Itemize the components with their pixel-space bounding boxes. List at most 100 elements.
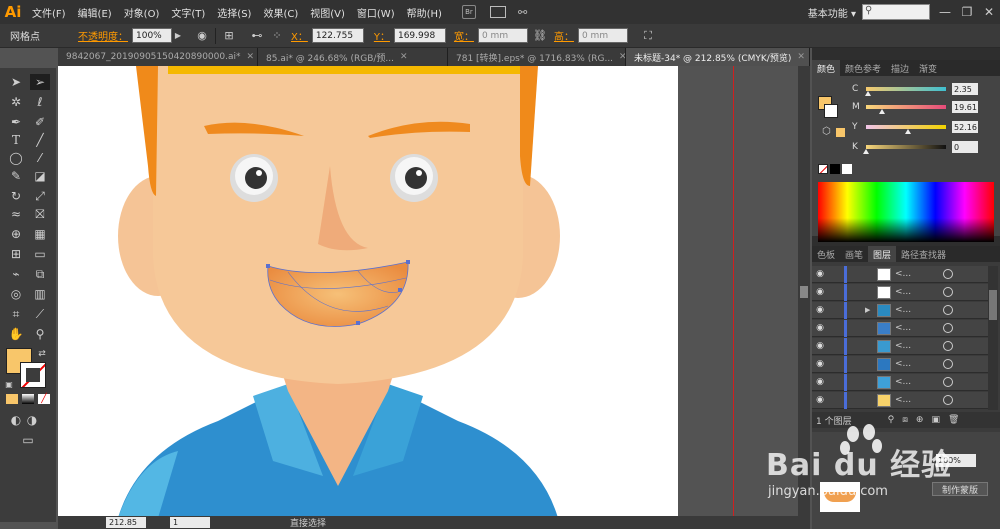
restore-button[interactable]: ❐ — [956, 0, 978, 24]
shape-builder-tool-icon[interactable]: ⊕ — [6, 226, 26, 242]
yellow-track[interactable] — [866, 125, 946, 134]
close-tab-icon[interactable]: ✕ — [797, 52, 805, 62]
tab-gradient[interactable]: 渐变 — [914, 60, 942, 76]
tab-document-4[interactable]: 未标题-34* @ 212.85% (CMYK/预览) ✕ — [626, 48, 810, 66]
eraser-tool-icon[interactable]: ◪ — [30, 168, 50, 184]
layer-name[interactable]: <... — [895, 359, 939, 369]
tab-color-guide[interactable]: 颜色参考 — [840, 60, 886, 76]
target-icon[interactable] — [943, 269, 953, 279]
target-icon[interactable] — [943, 305, 953, 315]
column-graph-tool-icon[interactable]: ▥ — [30, 286, 50, 302]
arrange-docs-icon[interactable] — [489, 6, 506, 18]
pencil-tool-icon[interactable]: ✎ — [6, 168, 26, 184]
eye-icon[interactable]: ◉ — [812, 269, 828, 279]
layer-name[interactable]: <... — [895, 395, 939, 405]
lasso-tool-icon[interactable]: ℓ — [30, 94, 50, 110]
magenta-track[interactable] — [866, 105, 946, 114]
help-search-input[interactable]: ⚲ — [862, 4, 930, 20]
y-label[interactable]: Y： — [370, 28, 394, 43]
none-swatch[interactable] — [818, 164, 828, 174]
magenta-slider[interactable]: M 19.61 — [852, 100, 998, 114]
tab-document-1[interactable]: 9842067_20190905150420890000.ai* ✕ — [58, 48, 258, 66]
zoom-tool-icon[interactable]: ⚲ — [30, 326, 50, 342]
layer-row[interactable]: ◉ <... — [812, 283, 988, 301]
menu-edit[interactable]: 编辑(E) — [72, 5, 118, 20]
character-illustration[interactable] — [58, 66, 798, 516]
opacity-dropdown-icon[interactable]: ▶ — [172, 26, 184, 46]
line-tool-icon[interactable]: ╱ — [30, 132, 50, 148]
black-value-input[interactable]: 0 — [952, 141, 978, 153]
type-tool-icon[interactable]: T — [6, 132, 26, 148]
transform-icon[interactable]: ⛶ — [638, 26, 658, 46]
cyan-slider[interactable]: C 2.35 — [852, 82, 998, 96]
tab-swatches[interactable]: 色板 — [812, 246, 840, 262]
eyedropper-tool-icon[interactable]: ⌁ — [6, 266, 26, 282]
target-icon[interactable] — [943, 323, 953, 333]
menu-effect[interactable]: 效果(C) — [257, 5, 304, 20]
layer-row[interactable]: ◉ <... — [812, 319, 988, 337]
x-label[interactable]: X： — [287, 28, 312, 43]
direct-selection-tool-icon[interactable]: ➢ — [30, 74, 50, 90]
layer-row[interactable]: ◉ <... — [812, 265, 988, 283]
black-slider[interactable]: K 0 — [852, 140, 998, 154]
layers-scrollbar[interactable] — [988, 266, 998, 410]
layers-scroll-thumb[interactable] — [989, 290, 997, 320]
target-icon[interactable] — [943, 341, 953, 351]
black-knob[interactable] — [863, 149, 869, 154]
recolor-icon[interactable]: ◉ — [192, 26, 212, 46]
scale-tool-icon[interactable]: ⤢ — [30, 188, 50, 204]
workspace-switcher[interactable]: 基本功能 ▾ — [802, 5, 862, 20]
color-spectrum[interactable] — [818, 182, 994, 242]
blend-tool-icon[interactable]: ⧉ — [30, 266, 50, 282]
expand-arrow-icon[interactable]: ▶ — [865, 306, 877, 314]
hand-tool-icon[interactable]: ✋ — [6, 326, 26, 342]
layer-row[interactable]: ◉ <... — [812, 355, 988, 373]
yellow-value-input[interactable]: 52.16 — [952, 121, 978, 133]
color-mode-icon[interactable] — [6, 394, 18, 404]
close-tab-icon[interactable]: ✕ — [619, 52, 625, 62]
width-tool-icon[interactable]: ≈ — [6, 206, 26, 222]
layer-row[interactable]: ◉ ▶ <... — [812, 301, 988, 319]
target-icon[interactable] — [943, 287, 953, 297]
target-icon[interactable] — [943, 377, 953, 387]
menu-object[interactable]: 对象(O) — [118, 5, 166, 20]
reference-point-icon[interactable]: ⁘ — [267, 26, 287, 46]
layer-row[interactable]: ◉ <... — [812, 391, 988, 409]
selection-tool-icon[interactable]: ➤ — [6, 74, 26, 90]
sync-icon[interactable]: ⚯ — [518, 6, 527, 19]
swap-fill-stroke-icon[interactable]: ⇄ — [36, 346, 48, 362]
x-position-input[interactable]: 122.755 — [311, 28, 364, 43]
layer-name[interactable]: <... — [895, 305, 939, 315]
height-input[interactable]: 0 mm — [577, 28, 628, 43]
gradient-mode-icon[interactable] — [22, 394, 34, 404]
menu-select[interactable]: 选择(S) — [211, 5, 257, 20]
gradient-tool-icon[interactable]: ▭ — [30, 246, 50, 262]
pen-tool-icon[interactable]: ✒ — [6, 114, 26, 130]
delete-layer-icon[interactable]: 🗑 — [948, 415, 959, 425]
magenta-knob[interactable] — [878, 109, 885, 114]
menu-window[interactable]: 窗口(W) — [351, 5, 401, 20]
white-swatch[interactable] — [842, 164, 852, 174]
eye-icon[interactable]: ◉ — [812, 395, 828, 405]
menu-file[interactable]: 文件(F) — [26, 5, 72, 20]
width-label[interactable]: 宽： — [450, 28, 478, 43]
cyan-value-input[interactable]: 2.35 — [952, 83, 978, 95]
align-icon[interactable]: ⊞ — [219, 26, 239, 46]
tab-document-3[interactable]: 781 [转换].eps* @ 1716.83% (RG... ✕ — [448, 48, 626, 66]
layer-name[interactable]: <... — [895, 377, 939, 387]
opacity-label[interactable]: 不透明度： — [74, 28, 132, 43]
tab-color[interactable]: 颜色 — [812, 60, 841, 76]
y-position-input[interactable]: 169.998 — [393, 28, 446, 43]
minimize-button[interactable]: — — [934, 0, 956, 24]
artboard-number-input[interactable]: 1 — [170, 517, 210, 528]
zoom-level-input[interactable]: 212.85 — [106, 517, 146, 528]
eye-icon[interactable]: ◉ — [812, 305, 828, 315]
slice-tool-icon[interactable]: ⟋ — [30, 306, 50, 322]
layer-name[interactable]: <... — [895, 287, 939, 297]
width-input[interactable]: 0 mm — [477, 28, 528, 43]
symbol-sprayer-tool-icon[interactable]: ◎ — [6, 286, 26, 302]
layer-name[interactable]: <... — [895, 341, 939, 351]
close-button[interactable]: ✕ — [978, 0, 1000, 24]
cyan-track[interactable] — [864, 87, 946, 96]
menu-help[interactable]: 帮助(H) — [401, 5, 448, 20]
